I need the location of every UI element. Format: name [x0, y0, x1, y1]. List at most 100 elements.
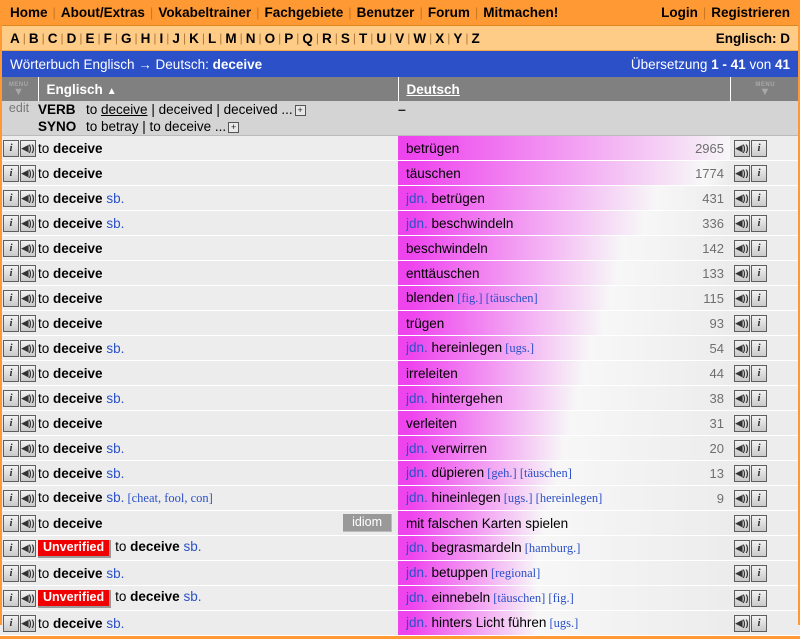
table-row[interactable]: i◀))to deceivetäuschen1774◀))i: [0, 161, 800, 186]
alphabet-letter-G[interactable]: G: [121, 31, 132, 46]
english-headword[interactable]: deceive: [53, 291, 103, 306]
german-object-marker[interactable]: jdn.: [406, 540, 432, 555]
info-icon[interactable]: i: [3, 415, 19, 432]
speaker-icon[interactable]: ◀)): [734, 390, 750, 407]
speaker-icon[interactable]: ◀)): [20, 265, 36, 282]
table-row[interactable]: i◀))to deceiveidiommit falschen Karten s…: [0, 511, 800, 536]
german-headword[interactable]: hinters Licht führen: [432, 615, 547, 630]
info-icon[interactable]: i: [751, 565, 767, 582]
alphabet-letter-T[interactable]: T: [359, 31, 367, 46]
info-icon[interactable]: i: [751, 340, 767, 357]
speaker-icon[interactable]: ◀)): [734, 615, 750, 632]
nav-link-benutzer[interactable]: Benutzer: [357, 5, 415, 20]
english-object-marker[interactable]: sb.: [103, 490, 125, 505]
speaker-icon[interactable]: ◀)): [20, 490, 36, 507]
info-icon[interactable]: i: [751, 190, 767, 207]
speaker-icon[interactable]: ◀)): [20, 590, 36, 607]
alphabet-letter-M[interactable]: M: [225, 31, 236, 46]
english-term-cell[interactable]: to deceive sb. [cheat, fool, con]: [38, 486, 398, 511]
german-term-cell[interactable]: jdn. hineinlegen [ugs.] [hereinlegen]9: [398, 486, 730, 511]
alphabet-letter-F[interactable]: F: [104, 31, 112, 46]
german-headword[interactable]: enttäuschen: [406, 266, 480, 281]
info-icon[interactable]: i: [3, 140, 19, 157]
category-badge-idiom[interactable]: idiom: [343, 514, 392, 532]
menu-icon-right[interactable]: MENU ▼: [731, 82, 800, 96]
english-term-cell[interactable]: Unverifiedto deceive sb.: [38, 536, 398, 561]
english-term-cell[interactable]: to deceiveidiom: [38, 511, 398, 536]
german-term-cell[interactable]: betrügen2965: [398, 136, 730, 161]
english-term-cell[interactable]: to deceive: [38, 161, 398, 186]
alphabet-letter-L[interactable]: L: [208, 31, 216, 46]
table-row[interactable]: i◀))to deceive sb.jdn. verwirren20◀))i: [0, 436, 800, 461]
info-icon[interactable]: i: [3, 165, 19, 182]
speaker-icon[interactable]: ◀)): [20, 415, 36, 432]
german-term-cell[interactable]: verleiten31: [398, 411, 730, 436]
english-term-cell[interactable]: to deceive sb.: [38, 461, 398, 486]
table-row[interactable]: i◀))to deceiveenttäuschen133◀))i: [0, 261, 800, 286]
speaker-icon[interactable]: ◀)): [20, 165, 36, 182]
table-row[interactable]: i◀))to deceiveblenden [fig.] [täuschen]1…: [0, 286, 800, 311]
alphabet-letter-J[interactable]: J: [172, 31, 180, 46]
table-row[interactable]: i◀))to deceive sb.jdn. hereinlegen [ugs.…: [0, 336, 800, 361]
info-icon[interactable]: i: [751, 590, 767, 607]
german-object-marker[interactable]: jdn.: [406, 490, 432, 505]
english-headword[interactable]: deceive: [53, 516, 103, 531]
info-icon[interactable]: i: [3, 240, 19, 257]
german-term-cell[interactable]: jdn. hereinlegen [ugs.]54: [398, 336, 730, 361]
german-term-cell[interactable]: jdn. einnebeln [täuschen] [fig.]: [398, 586, 730, 611]
info-icon[interactable]: i: [3, 340, 19, 357]
german-headword[interactable]: beschwindeln: [432, 216, 514, 231]
alphabet-letter-Z[interactable]: Z: [472, 31, 480, 46]
alphabet-letter-D[interactable]: D: [67, 31, 77, 46]
table-row[interactable]: i◀))to deceiveirreleiten44◀))i: [0, 361, 800, 386]
table-row[interactable]: i◀))Unverifiedto deceive sb.jdn. begrasm…: [0, 536, 800, 561]
german-term-cell[interactable]: blenden [fig.] [täuschen]115: [398, 286, 730, 311]
german-headword[interactable]: täuschen: [406, 166, 461, 181]
info-icon[interactable]: i: [3, 565, 19, 582]
english-term-cell[interactable]: to deceive sb.: [38, 186, 398, 211]
alphabet-letter-V[interactable]: V: [395, 31, 404, 46]
english-headword[interactable]: deceive: [53, 216, 103, 231]
german-term-cell[interactable]: jdn. begrasmardeln [hamburg.]: [398, 536, 730, 561]
german-object-marker[interactable]: jdn.: [406, 615, 432, 630]
info-icon[interactable]: i: [3, 465, 19, 482]
info-icon[interactable]: i: [3, 615, 19, 632]
speaker-icon[interactable]: ◀)): [20, 440, 36, 457]
german-term-cell[interactable]: jdn. hintergehen38: [398, 386, 730, 411]
info-icon[interactable]: i: [3, 315, 19, 332]
german-term-cell[interactable]: irreleiten44: [398, 361, 730, 386]
english-headword[interactable]: deceive: [53, 191, 103, 206]
table-row[interactable]: i◀))to deceive sb.jdn. düpieren [geh.] […: [0, 461, 800, 486]
english-headword[interactable]: deceive: [53, 166, 103, 181]
speaker-icon[interactable]: ◀)): [20, 515, 36, 532]
speaker-icon[interactable]: ◀)): [20, 365, 36, 382]
info-icon[interactable]: i: [3, 365, 19, 382]
info-icon[interactable]: i: [751, 515, 767, 532]
german-term-cell[interactable]: enttäuschen133: [398, 261, 730, 286]
nav-link-fachgebiete[interactable]: Fachgebiete: [265, 5, 344, 20]
table-row[interactable]: i◀))to deceiveverleiten31◀))i: [0, 411, 800, 436]
english-term-cell[interactable]: to deceive: [38, 136, 398, 161]
expand-verb-icon[interactable]: +: [295, 105, 306, 116]
german-term-cell[interactable]: jdn. beschwindeln336: [398, 211, 730, 236]
info-icon[interactable]: i: [751, 315, 767, 332]
english-headword[interactable]: deceive: [130, 589, 180, 604]
english-term-cell[interactable]: to deceive: [38, 261, 398, 286]
nav-link-about-extras[interactable]: About/Extras: [61, 5, 145, 20]
german-headword[interactable]: betrügen: [406, 141, 459, 156]
info-icon[interactable]: i: [751, 240, 767, 257]
menu-icon-left[interactable]: MENU ▼: [0, 82, 38, 96]
german-object-marker[interactable]: jdn.: [406, 191, 432, 206]
table-row[interactable]: i◀))to deceive sb.jdn. betrügen431◀))i: [0, 186, 800, 211]
info-icon[interactable]: i: [751, 165, 767, 182]
german-object-marker[interactable]: jdn.: [406, 465, 432, 480]
alphabet-letter-W[interactable]: W: [413, 31, 426, 46]
table-row[interactable]: i◀))to deceivebetrügen2965◀))i: [0, 136, 800, 161]
english-term-cell[interactable]: to deceive: [38, 311, 398, 336]
english-term-cell[interactable]: to deceive sb.: [38, 561, 398, 586]
german-column-header[interactable]: Deutsch: [399, 82, 730, 97]
speaker-icon[interactable]: ◀)): [20, 465, 36, 482]
alphabet-letter-E[interactable]: E: [86, 31, 95, 46]
alphabet-letter-S[interactable]: S: [341, 31, 350, 46]
german-term-cell[interactable]: jdn. düpieren [geh.] [täuschen]13: [398, 461, 730, 486]
